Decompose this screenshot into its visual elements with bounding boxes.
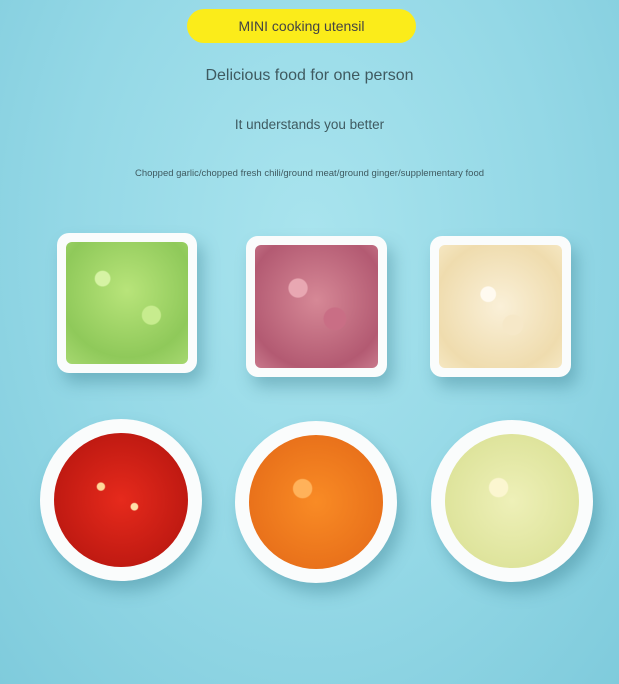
chopped-chili-image [54, 433, 188, 567]
bowl-celery [57, 233, 197, 373]
bowl-carrot [235, 421, 397, 583]
product-tag-banner: MINI cooking utensil [187, 9, 416, 43]
headline: Delicious food for one person [205, 67, 414, 84]
chopped-celery-image [66, 242, 188, 364]
bowl-chili [40, 419, 202, 581]
chopped-carrot-image [249, 435, 383, 569]
bowl-ginger [431, 420, 593, 582]
bowl-garlic [430, 236, 571, 377]
subheadline: It understands you better [234, 117, 385, 132]
chopped-garlic-image [439, 245, 562, 368]
product-tag-label: MINI cooking utensil [238, 18, 365, 34]
ground-ginger-image [445, 434, 579, 568]
ground-meat-image [255, 245, 378, 368]
bowl-ground-meat [246, 236, 387, 377]
caption: Chopped garlic/chopped fresh chili/groun… [134, 168, 485, 179]
